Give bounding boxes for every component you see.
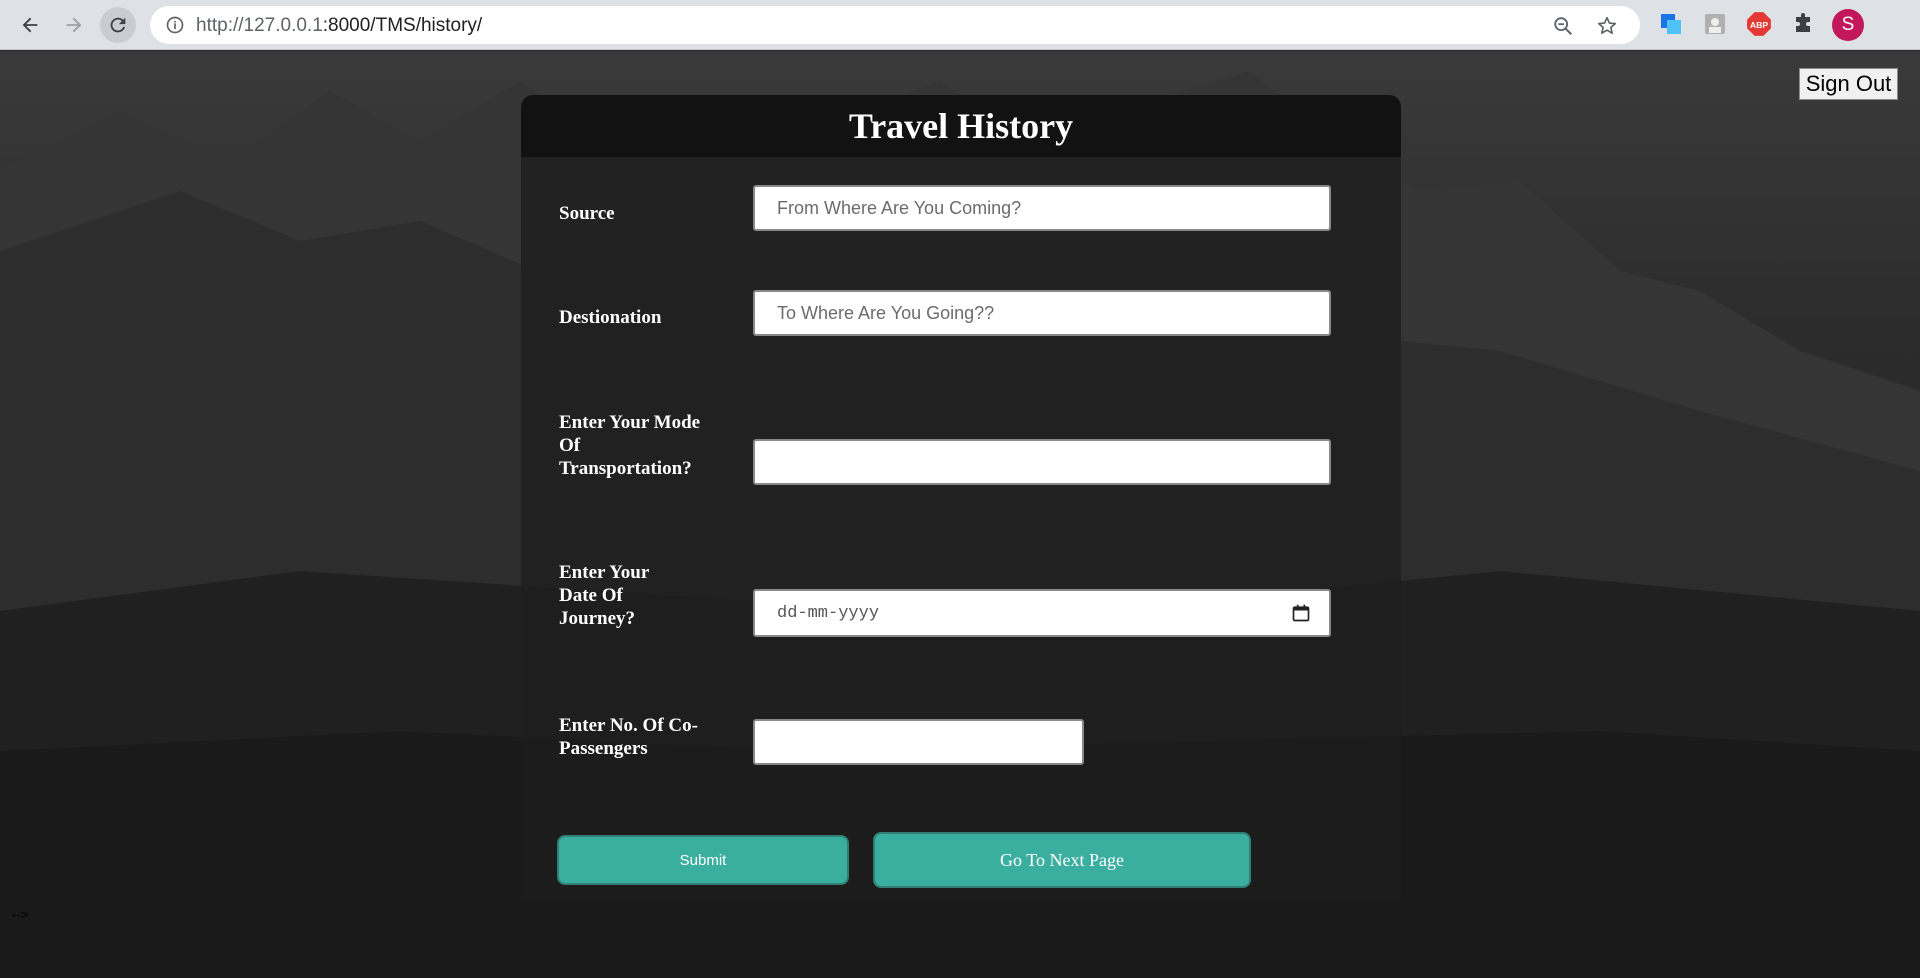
calendar-icon[interactable] (1291, 603, 1311, 623)
submit-button[interactable]: Submit (557, 835, 849, 885)
svg-text:ABP: ABP (1750, 20, 1769, 30)
passengers-label: Enter No. Of Co-Passengers (559, 715, 698, 759)
forward-button[interactable] (56, 7, 92, 43)
sign-out-button[interactable]: Sign Out (1799, 68, 1898, 100)
arrow-left-icon (22, 17, 38, 33)
transport-input[interactable] (753, 439, 1331, 485)
form-header: Travel History (521, 95, 1401, 157)
extension-photo-icon[interactable] (1702, 11, 1728, 37)
date-input[interactable]: dd-mm-yyyy (753, 589, 1331, 637)
next-page-button[interactable]: Go To Next Page (873, 832, 1251, 888)
browser-toolbar: http://127.0.0.1:8000/TMS/history/ ABP S (0, 0, 1920, 50)
reload-icon (110, 17, 126, 33)
date-placeholder: dd-mm-yyyy (777, 603, 880, 623)
adblock-icon[interactable]: ABP (1746, 11, 1772, 37)
source-label: Source (559, 203, 615, 224)
reload-button[interactable] (100, 7, 136, 43)
travel-history-form: Travel History Source From Where Are You… (521, 95, 1401, 901)
destination-label: Destionation (559, 307, 662, 328)
source-input[interactable]: From Where Are You Coming? (753, 185, 1331, 231)
arrow-right-icon (66, 17, 82, 33)
page-title: Travel History (848, 106, 1074, 146)
extension-translate-icon[interactable] (1658, 11, 1684, 37)
info-icon (166, 16, 184, 34)
address-bar[interactable]: http://127.0.0.1:8000/TMS/history/ (150, 6, 1640, 44)
page-content: Sign Out Travel History Source From Wher… (0, 51, 1920, 978)
url-path: :8000/TMS/history/ (322, 15, 483, 36)
destination-input[interactable]: To Where Are You Going?? (753, 290, 1331, 336)
url-host: http://127.0.0.1 (196, 15, 323, 36)
profile-avatar[interactable]: S (1832, 9, 1864, 41)
back-button[interactable] (12, 7, 48, 43)
zoom-out-icon[interactable] (1552, 15, 1574, 37)
stray-comment-text: --> (12, 907, 29, 922)
co-passengers-input[interactable] (753, 719, 1084, 765)
date-label: Enter Your Date Of Journey? (559, 562, 649, 629)
url-text: http://127.0.0.1:8000/TMS/history/ (196, 15, 482, 37)
extensions-puzzle-icon[interactable] (1790, 11, 1816, 37)
bookmark-star-icon[interactable] (1596, 15, 1618, 37)
transport-label: Enter Your Mode Of Transportation? (559, 412, 701, 479)
